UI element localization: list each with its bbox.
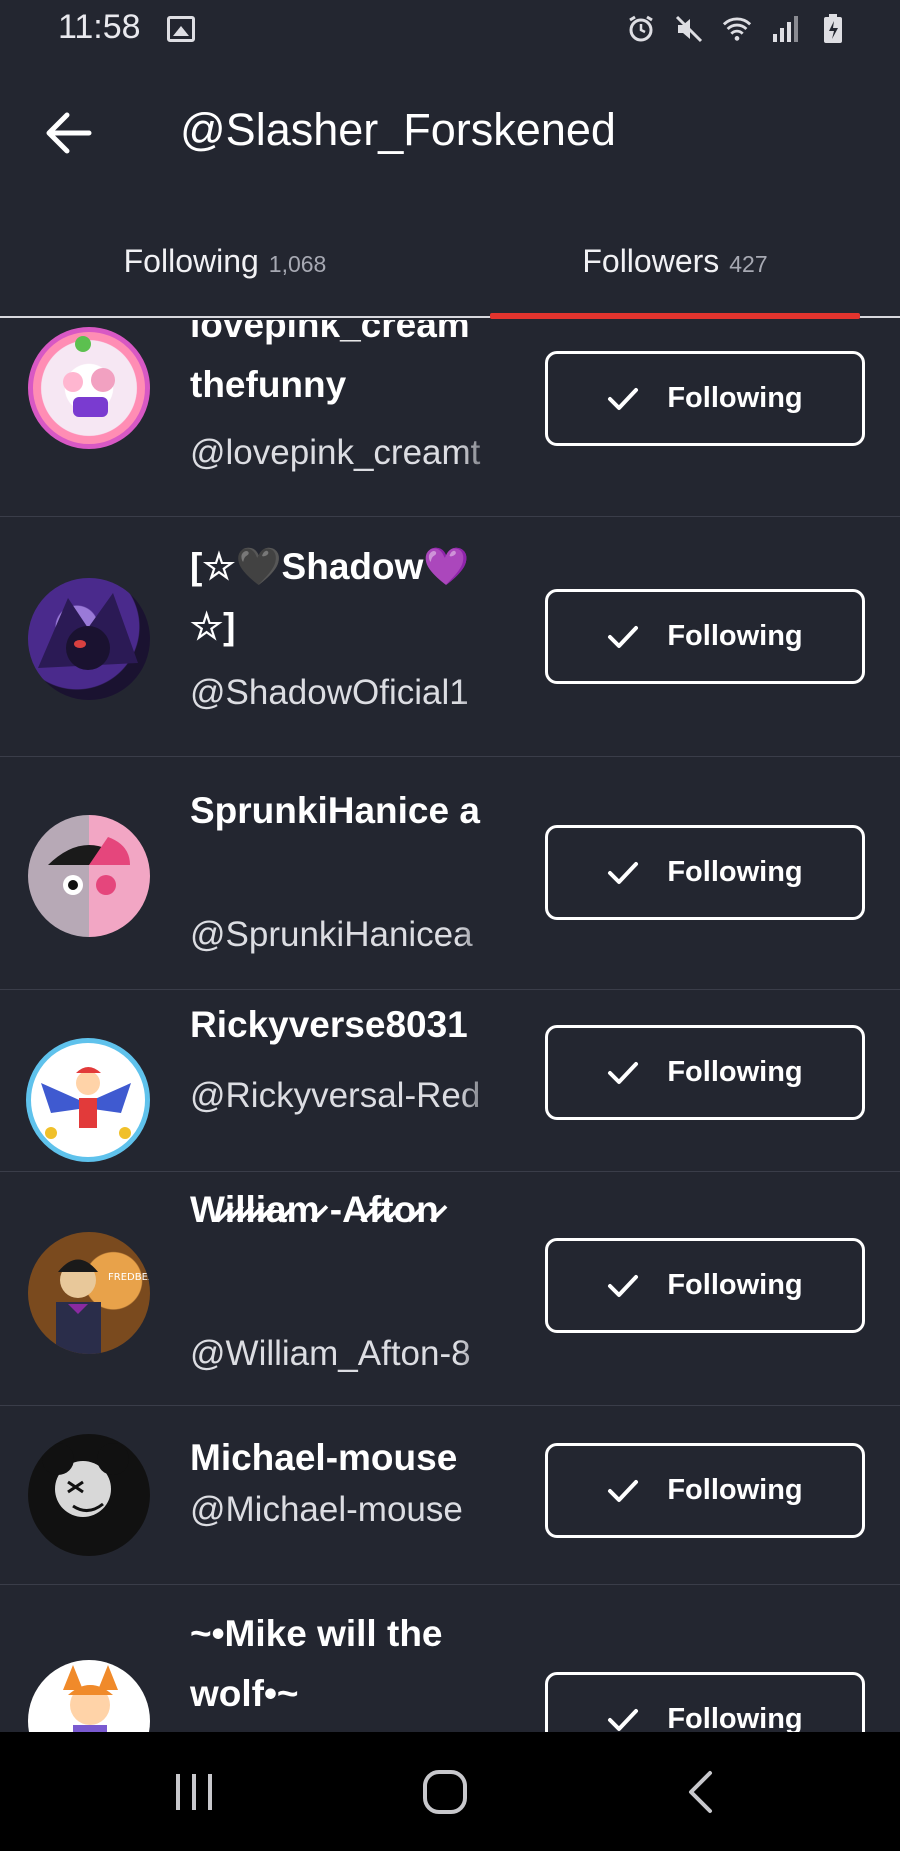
user-display-name[interactable]: lovepink_cream thefunny	[190, 320, 510, 415]
user-handle[interactable]: @Michael-mouse	[190, 1490, 505, 1530]
avatar[interactable]	[28, 327, 150, 449]
following-button[interactable]: Following	[545, 1238, 865, 1333]
tab-bar: Following 1,068 Followers 427	[0, 202, 900, 320]
user-display-name[interactable]: Rickyverse8031	[190, 995, 510, 1055]
svg-text:FREDBEARS: FREDBEARS	[108, 1272, 150, 1283]
check-icon	[607, 1060, 639, 1086]
list-item[interactable]: Rickyverse8031 @Rickyversal-Red Followin…	[0, 990, 900, 1172]
wifi-icon	[722, 14, 752, 44]
system-nav-bar	[0, 1732, 900, 1851]
status-bar: 11:58	[0, 0, 900, 62]
following-button[interactable]: Following	[545, 351, 865, 446]
user-handle[interactable]: @William_Afton-8	[190, 1334, 505, 1374]
list-item[interactable]: ~•Mike will the wolf•~ Following	[0, 1585, 900, 1732]
following-button-label: Following	[667, 1474, 803, 1506]
check-icon	[607, 860, 639, 886]
mute-icon	[674, 14, 704, 44]
tab-following-count: 1,068	[268, 250, 327, 277]
following-button-label: Following	[667, 1703, 803, 1732]
alarm-icon	[626, 14, 656, 44]
list-item[interactable]: lovepink_cream thefunny @lovepink_creamt…	[0, 320, 900, 517]
list-item[interactable]: Michael-mouse @Michael-mouse Following	[0, 1406, 900, 1585]
avatar[interactable]	[28, 578, 150, 700]
avatar[interactable]	[28, 815, 150, 937]
gallery-icon	[167, 16, 195, 42]
check-icon	[607, 1707, 639, 1733]
page-title: @Slasher_Forskened	[180, 104, 616, 155]
following-button-label: Following	[667, 1056, 803, 1088]
home-icon[interactable]	[385, 1732, 505, 1851]
following-button[interactable]: Following	[545, 1443, 865, 1538]
tab-following[interactable]: Following 1,068	[0, 202, 450, 320]
back-arrow-icon[interactable]	[38, 102, 100, 164]
avatar[interactable]: FREDBEARS	[28, 1232, 150, 1354]
battery-icon	[818, 14, 848, 44]
user-handle[interactable]: @Rickyversal-Red	[190, 1076, 505, 1116]
check-icon	[607, 1478, 639, 1504]
following-button[interactable]: Following	[545, 825, 865, 920]
user-display-name[interactable]: W̷i̷l̷l̷i̷a̷m̷ -A̷f̷t̷o̷n̷	[190, 1180, 510, 1240]
user-handle[interactable]: @lovepink_creamt	[190, 433, 505, 473]
tab-followers-count: 427	[729, 250, 768, 277]
following-button[interactable]: Following	[545, 1025, 865, 1120]
tab-following-label: Following	[123, 242, 259, 279]
recents-icon[interactable]	[134, 1732, 254, 1851]
following-button-label: Following	[667, 382, 803, 414]
user-display-name[interactable]: Michael-mouse	[190, 1428, 510, 1488]
tab-active-indicator	[490, 313, 860, 319]
user-handle[interactable]: @ShadowOficial1	[190, 673, 505, 713]
user-handle[interactable]: @SprunkiHanicea	[190, 915, 505, 955]
check-icon	[607, 386, 639, 412]
check-icon	[607, 624, 639, 650]
status-time: 11:58	[58, 8, 141, 46]
followers-list[interactable]: lovepink_cream thefunny @lovepink_creamt…	[0, 320, 900, 1732]
avatar[interactable]	[26, 1038, 150, 1162]
avatar[interactable]	[28, 1660, 150, 1732]
check-icon	[607, 1273, 639, 1299]
tab-followers[interactable]: Followers 427	[450, 202, 900, 320]
signal-icon	[770, 14, 800, 44]
list-item[interactable]: SprunkiHanice a @SprunkiHanicea Followin…	[0, 757, 900, 990]
following-button-label: Following	[667, 856, 803, 888]
user-display-name[interactable]: [☆🖤Shadow💜 ☆]	[190, 537, 510, 657]
user-display-name[interactable]: ~•Mike will the wolf•~	[190, 1604, 510, 1724]
following-button-label: Following	[667, 620, 803, 652]
following-button[interactable]: Following	[545, 1672, 865, 1732]
user-display-name[interactable]: SprunkiHanice a	[190, 781, 510, 841]
nav-back-icon[interactable]	[640, 1732, 760, 1851]
list-item[interactable]: [☆🖤Shadow💜 ☆] @ShadowOficial1 Following	[0, 517, 900, 757]
avatar[interactable]	[28, 1434, 150, 1556]
tab-followers-label: Followers	[582, 242, 720, 279]
top-app-bar: @Slasher_Forskened	[0, 62, 900, 202]
list-item[interactable]: FREDBEARS W̷i̷l̷l̷i̷a̷m̷ -A̷f̷t̷o̷n̷ @Wi…	[0, 1172, 900, 1406]
status-icons	[626, 14, 848, 44]
following-button-label: Following	[667, 1269, 803, 1301]
following-button[interactable]: Following	[545, 589, 865, 684]
